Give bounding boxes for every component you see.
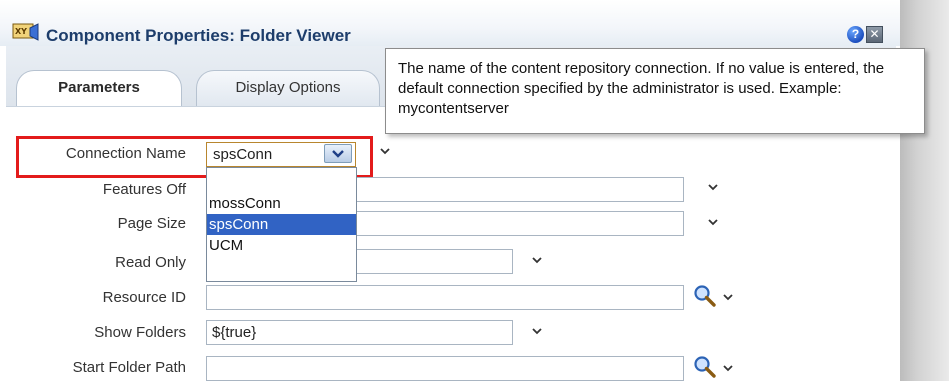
show-folders-input[interactable]: ${true}: [206, 320, 513, 345]
option-mossconn[interactable]: mossConn: [207, 193, 356, 214]
connection-options-list: mossConn spsConn UCM: [206, 167, 357, 282]
show-folders-label: Show Folders: [94, 324, 186, 341]
option-ucm[interactable]: UCM: [207, 235, 356, 256]
component-properties-dialog: XY Component Properties: Folder Viewer ?…: [0, 0, 925, 382]
connection-name-label: Connection Name: [65, 145, 186, 162]
xsl-component-icon: XY: [12, 23, 39, 41]
search-icon[interactable]: [693, 284, 717, 308]
start-folder-path-label: Start Folder Path: [72, 359, 186, 376]
page-size-label: Page Size: [117, 215, 186, 232]
tab-display-options[interactable]: Display Options: [196, 70, 380, 106]
read-only-label: Read Only: [115, 254, 186, 271]
option-spsconn[interactable]: spsConn: [207, 214, 356, 235]
connection-dropdown-button[interactable]: [324, 144, 352, 163]
resource-id-chevron-icon[interactable]: [721, 290, 735, 304]
connection-name-tooltip: The name of the content repository conne…: [385, 48, 925, 134]
dialog-header: XY Component Properties: Folder Viewer ?…: [0, 0, 900, 46]
help-icon[interactable]: ?: [847, 26, 864, 43]
start-folder-path-input[interactable]: [206, 356, 684, 381]
dialog-title: Component Properties: Folder Viewer: [46, 26, 351, 45]
resource-id-input[interactable]: [206, 285, 684, 310]
start-folder-path-chevron-icon[interactable]: [721, 361, 735, 375]
close-icon[interactable]: ✕: [866, 26, 883, 43]
show-folders-chevron-icon[interactable]: [530, 324, 544, 338]
read-only-chevron-icon[interactable]: [530, 253, 544, 267]
features-off-chevron-icon[interactable]: [706, 180, 720, 194]
svg-text:XY: XY: [15, 27, 27, 36]
tab-parameters[interactable]: Parameters: [16, 70, 182, 106]
connection-options-chevron-icon[interactable]: [378, 144, 392, 158]
option-empty[interactable]: [207, 172, 356, 193]
resource-id-label: Resource ID: [102, 289, 186, 306]
features-off-label: Features Off: [102, 181, 186, 198]
page-size-chevron-icon[interactable]: [706, 215, 720, 229]
chevron-down-icon: [332, 150, 344, 158]
search-icon[interactable]: [693, 355, 717, 379]
